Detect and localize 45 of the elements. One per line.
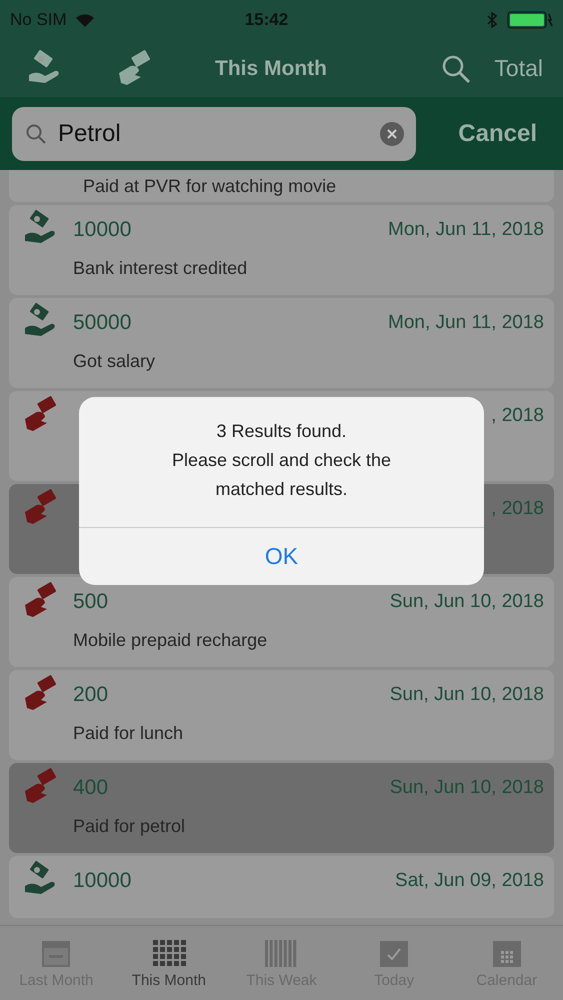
search-field[interactable]: Petrol bbox=[58, 116, 380, 152]
grid-calendar-icon bbox=[152, 938, 186, 968]
search-icon bbox=[441, 54, 472, 84]
transaction-date: Mon, Jun 11, 2018 bbox=[388, 310, 544, 335]
transaction-amount: 50000 bbox=[73, 310, 132, 336]
transaction-amount: 400 bbox=[73, 775, 108, 802]
status-time: 15:42 bbox=[244, 9, 288, 32]
alert-message: 3 Results found. Please scroll and check the matched results. bbox=[172, 420, 392, 500]
tab-bar-item[interactable]: This Month bbox=[112, 926, 226, 1000]
transaction-description: Bank interest credited bbox=[73, 257, 248, 280]
transaction-card[interactable]: 10000 Mon, Jun 11, 2018 Bank interest credited bbox=[9, 205, 554, 295]
transaction-description: Got salary bbox=[73, 350, 156, 373]
clear-icon[interactable] bbox=[380, 122, 404, 146]
transaction-date: Sun, Jun 10, 2018 bbox=[390, 682, 544, 707]
total-button[interactable]: Total bbox=[494, 51, 543, 86]
transaction-date: Sat, Jun 09, 2018 bbox=[395, 868, 544, 893]
nav-title: This Month bbox=[215, 56, 327, 82]
transaction-description: Paid for petrol bbox=[73, 815, 186, 838]
bluetooth-icon bbox=[487, 12, 497, 28]
transaction-description: Paid at PVR for watching movie bbox=[83, 175, 336, 198]
search-bar[interactable]: Petrol bbox=[12, 106, 416, 160]
transaction-description: Paid for lunch bbox=[73, 722, 184, 745]
carrier-label: No SIM bbox=[10, 9, 67, 32]
wifi-icon bbox=[74, 12, 95, 28]
transaction-description: Mobile prepaid recharge bbox=[73, 629, 268, 652]
transaction-card[interactable]: 500 Sun, Jun 10, 2018 Mobile prepaid recharge bbox=[9, 577, 554, 667]
transaction-amount: 10000 bbox=[73, 217, 132, 244]
transaction-date: Sun, Jun 10, 2018 bbox=[390, 590, 544, 614]
transaction-date: Sun, Jun 10, 2018 bbox=[390, 776, 544, 800]
transaction-card[interactable]: 50000 Mon, Jun 11, 2018 Got salary bbox=[9, 298, 554, 388]
transaction-date: Mon, Jun 11, 2018 bbox=[388, 218, 544, 242]
transaction-amount: 500 bbox=[73, 589, 108, 616]
transaction-amount: 200 bbox=[73, 682, 108, 708]
transaction-date: , 2018 bbox=[491, 404, 544, 428]
transaction-amount: 10000 bbox=[73, 868, 132, 894]
transaction-date: , 2018 bbox=[491, 496, 544, 521]
transaction-card[interactable]: 400 Sun, Jun 10, 2018 Paid for petrol bbox=[9, 763, 554, 853]
transaction-card[interactable]: 10000 Sat, Jun 09, 2018 bbox=[9, 856, 554, 918]
transaction-card[interactable]: 200 Sun, Jun 10, 2018 Paid for lunch bbox=[9, 670, 554, 760]
transaction-card[interactable]: Paid at PVR for watching movie bbox=[9, 170, 554, 202]
cancel-button[interactable]: Cancel bbox=[458, 116, 537, 152]
ok-button[interactable]: OK bbox=[79, 527, 484, 585]
week-calendar-icon bbox=[264, 938, 298, 968]
search-icon bbox=[24, 122, 48, 146]
battery-icon bbox=[507, 11, 553, 29]
